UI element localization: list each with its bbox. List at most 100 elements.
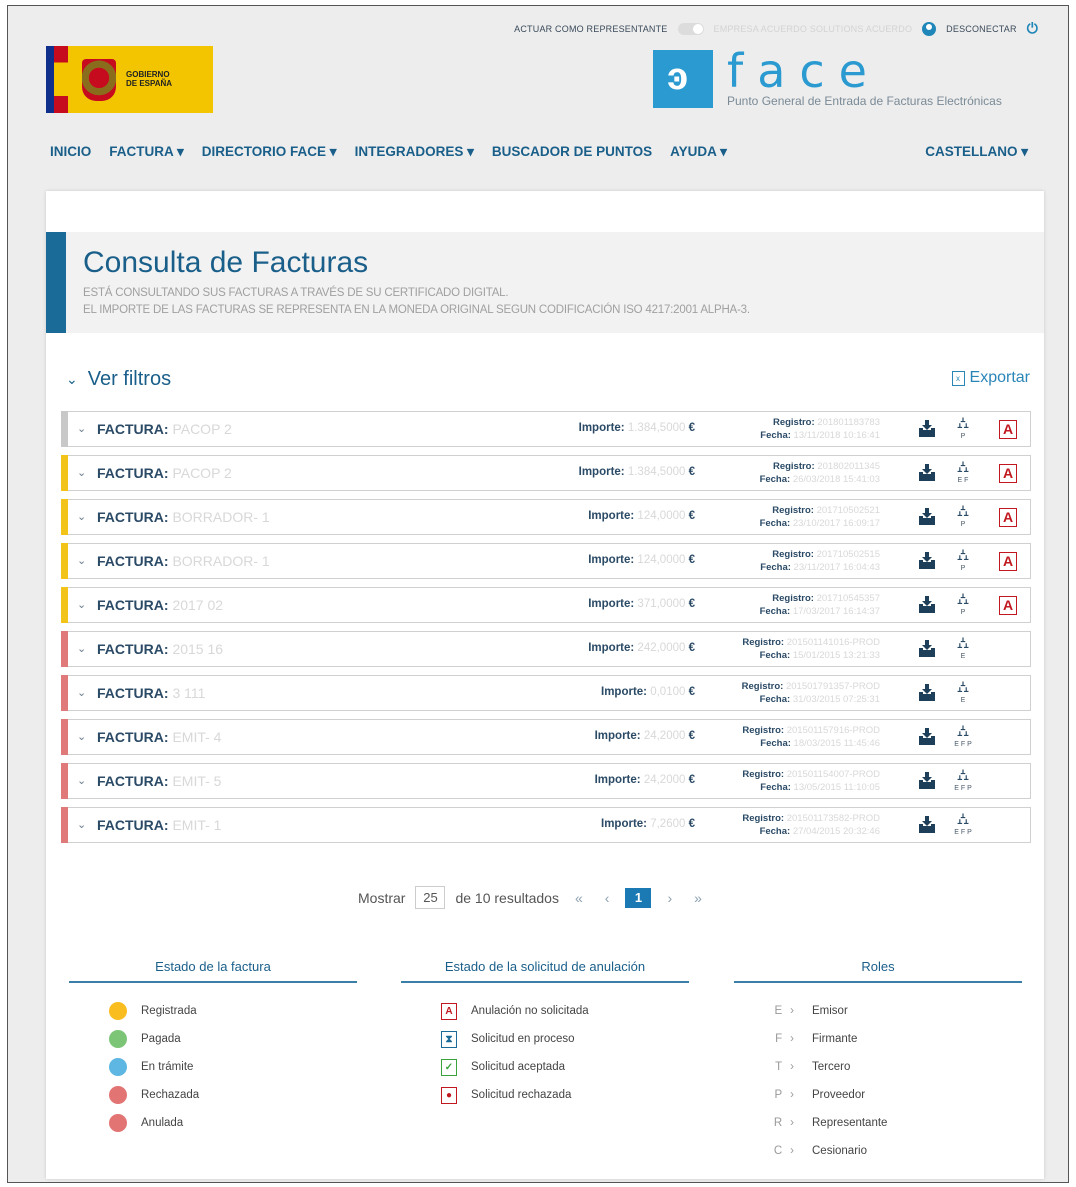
download-tray-icon[interactable]	[917, 595, 937, 615]
role-label: Proveedor	[812, 1089, 866, 1101]
status-indicator	[61, 455, 68, 491]
user-icon[interactable]	[922, 21, 937, 36]
org-chart-icon[interactable]: ⛼ E F	[951, 459, 975, 484]
registro-block: Registro: 201801183783 Fecha: 13/11/2018 …	[760, 416, 880, 442]
nav-directorio-face[interactable]: DIRECTORIO FACE ▾	[202, 144, 337, 160]
factura-prefix: FACTURA:	[97, 421, 169, 437]
org-chart-icon[interactable]: ⛼ P	[951, 503, 975, 528]
chevron-down-icon[interactable]: ⌄	[77, 422, 86, 435]
disconnect-link[interactable]: DESCONECTAR	[946, 24, 1017, 34]
main-panel: Consulta de Facturas ESTÁ CONSULTANDO SU…	[46, 191, 1044, 1179]
chevron-down-icon[interactable]: ⌄	[77, 510, 86, 523]
role-code: C ›	[734, 1145, 800, 1157]
legend-roles: Roles E › Emisor F › Firmante T › Tercero P › Prove…	[734, 959, 1022, 1165]
importe-label: Importe:	[578, 422, 625, 434]
invoice-row[interactable]: ⌄ FACTURA: 2015 16 Importe: 242,0000 € Regi…	[61, 631, 1031, 667]
page-size-input[interactable]: 25	[415, 886, 446, 909]
power-icon[interactable]: ⏻	[1027, 20, 1038, 37]
invoice-row[interactable]: ⌄ FACTURA: PACOP 2 Importe: 1.384,5000 € Re…	[61, 455, 1031, 491]
invoice-row[interactable]: ⌄ FACTURA: EMIT- 5 Importe: 24,2000 € Regis…	[61, 763, 1031, 799]
export-button[interactable]: x Exportar	[951, 369, 1030, 387]
invoice-row[interactable]: ⌄ FACTURA: EMIT- 1 Importe: 7,2600 € Regist…	[61, 807, 1031, 843]
chevron-down-icon[interactable]: ⌄	[77, 686, 86, 699]
invoice-row[interactable]: ⌄ FACTURA: BORRADOR- 1 Importe: 124,0000 €…	[61, 543, 1031, 579]
pdf-anulacion-icon[interactable]: A	[999, 508, 1017, 527]
app-frame: ACTUAR COMO REPRESENTANTE EMPRESA ACUERD…	[7, 5, 1069, 1183]
registro-label: Registro:	[772, 417, 815, 428]
org-chart-icon[interactable]: ⛼ E F P	[951, 767, 975, 792]
role-code-letter: T	[775, 1061, 783, 1073]
download-tray-icon[interactable]	[917, 771, 937, 791]
download-tray-icon[interactable]	[917, 507, 937, 527]
chevron-down-icon[interactable]: ⌄	[77, 642, 86, 655]
org-chart-icon[interactable]: ⛼ P	[951, 591, 975, 616]
importe: Importe: 242,0000 €	[588, 642, 695, 654]
chevron-down-icon[interactable]: ⌄	[77, 554, 86, 567]
download-tray-icon[interactable]	[917, 551, 937, 571]
role-item: F › Firmante	[734, 1025, 1022, 1053]
download-tray-icon[interactable]	[917, 815, 937, 835]
chevron-down-icon[interactable]: ⌄	[77, 730, 86, 743]
status-indicator	[61, 499, 68, 535]
nav-ayuda[interactable]: AYUDA ▾	[670, 144, 727, 160]
org-chart-icon[interactable]: ⛼ E F P	[951, 811, 975, 836]
representante-toggle[interactable]	[677, 22, 704, 35]
chevron-right-icon: ›	[790, 1033, 794, 1045]
invoice-row[interactable]: ⌄ FACTURA: PACOP 2 Importe: 1.384,5000 € Re…	[61, 411, 1031, 447]
next-page-icon[interactable]: ›	[667, 890, 672, 906]
importe-value: 1.384,5000	[627, 422, 686, 434]
org-chart-icon[interactable]: ⛼ E	[951, 679, 975, 704]
anulacion-status-icon: ⧗	[441, 1030, 457, 1048]
download-tray-icon[interactable]	[917, 683, 937, 703]
language-selector[interactable]: CASTELLANO ▾	[925, 144, 1028, 160]
gobierno-logo[interactable]: GOBIERNO DE ESPAÑA	[46, 46, 213, 113]
org-chart-icon[interactable]: ⛼ E F P	[951, 723, 975, 748]
importe-label: Importe:	[578, 466, 625, 478]
chevron-down-icon[interactable]: ⌄	[77, 466, 86, 479]
nav-integradores[interactable]: INTEGRADORES ▾	[355, 144, 474, 160]
org-chart-icon[interactable]: ⛼ E	[951, 635, 975, 660]
anulacion-label: Solicitud en proceso	[471, 1033, 575, 1045]
chevron-down-icon[interactable]: ⌄	[77, 774, 86, 787]
download-tray-icon[interactable]	[917, 419, 937, 439]
factura-label: FACTURA: EMIT- 1	[97, 817, 221, 833]
importe: Importe: 24,2000 €	[595, 730, 695, 742]
pdf-anulacion-icon[interactable]: A	[999, 596, 1017, 615]
nav-buscador-puntos[interactable]: BUSCADOR DE PUNTOS	[492, 144, 652, 160]
factura-number: EMIT- 5	[172, 773, 222, 789]
anulacion-label: Solicitud aceptada	[471, 1061, 565, 1073]
factura-number: 3 111	[172, 685, 206, 701]
download-tray-icon[interactable]	[917, 727, 937, 747]
download-tray-icon[interactable]	[917, 463, 937, 483]
page-subtitle-1: ESTÁ CONSULTANDO SUS FACTURAS A TRAVÉS D…	[83, 287, 509, 299]
face-logo-mark-icon: ͽ	[653, 50, 713, 108]
first-page-icon[interactable]: «	[575, 890, 583, 906]
invoice-row[interactable]: ⌄ FACTURA: BORRADOR- 1 Importe: 124,0000 €…	[61, 499, 1031, 535]
chevron-down-icon[interactable]: ⌄	[77, 818, 86, 831]
fecha-label: Fecha:	[760, 562, 791, 573]
prev-page-icon[interactable]: ‹	[605, 890, 610, 906]
ver-filtros-toggle[interactable]: ⌄ Ver filtros	[66, 368, 171, 391]
pdf-anulacion-icon[interactable]: A	[999, 420, 1017, 439]
org-chart-icon[interactable]: ⛼ P	[951, 547, 975, 572]
org-chart-icon[interactable]: ⛼ P	[951, 415, 975, 440]
fecha-value: 15/01/2015 13:21:33	[792, 650, 880, 661]
invoice-row[interactable]: ⌄ FACTURA: EMIT- 4 Importe: 24,2000 € Regis…	[61, 719, 1031, 755]
anulacion-label: Solicitud rechazada	[471, 1089, 572, 1101]
roles-code: E F P	[954, 741, 972, 748]
invoice-row[interactable]: ⌄ FACTURA: 3 111 Importe: 0,0100 € Registro…	[61, 675, 1031, 711]
nav-inicio[interactable]: INICIO	[50, 144, 91, 160]
download-tray-icon[interactable]	[917, 639, 937, 659]
importe-value: 124,0000	[637, 554, 686, 566]
registro-line: Registro: 201710502521	[760, 504, 880, 517]
nav-factura[interactable]: FACTURA ▾	[109, 144, 184, 160]
invoice-row[interactable]: ⌄ FACTURA: 2017 02 Importe: 371,0000 € Regi…	[61, 587, 1031, 623]
pdf-anulacion-icon[interactable]: A	[999, 552, 1017, 571]
anulacion-label: Anulación no solicitada	[471, 1005, 589, 1017]
current-page-button[interactable]: 1	[625, 887, 652, 908]
last-page-icon[interactable]: »	[694, 890, 702, 906]
chevron-down-icon[interactable]: ⌄	[77, 598, 86, 611]
legend-estado-title: Estado de la factura	[69, 959, 357, 983]
pdf-anulacion-icon[interactable]: A	[999, 464, 1017, 483]
face-logo[interactable]: ͽ face Punto General de Entrada de Factu…	[653, 48, 1002, 108]
